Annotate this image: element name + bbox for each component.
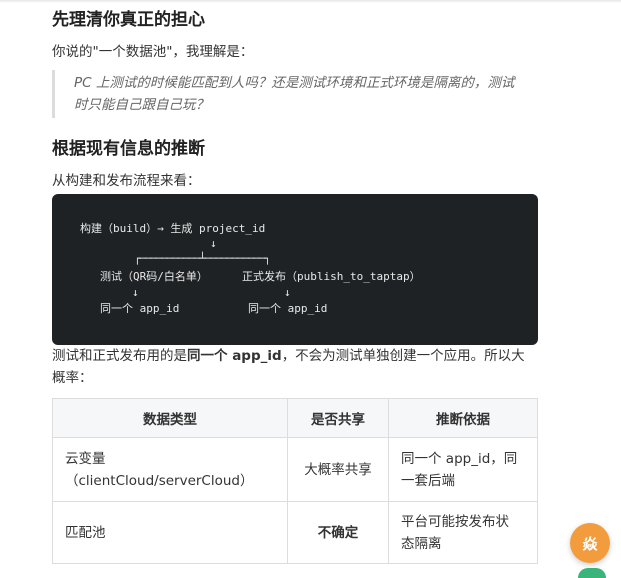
cell-basis: 平台可能按发布状 态隔离 <box>388 501 538 564</box>
cell-basis-line2: 态隔离 <box>401 535 442 552</box>
cell-basis-line2: 一套后端 <box>401 472 455 489</box>
code-arrow-down-right: ↓ <box>284 286 291 299</box>
assistant-floating-button[interactable]: 焱 <box>570 523 610 563</box>
header-shared: 是否共享 <box>287 398 389 438</box>
code-arrow-down-left: ↓ <box>132 286 139 299</box>
cell-type: 匹配池 <box>52 501 288 564</box>
code-line-build: 构建（build）→ 生成 project_id <box>80 222 266 235</box>
code-app-id-left: 同一个 app_id <box>100 302 180 315</box>
cell-basis-line1: 平台可能按发布状 <box>401 513 509 530</box>
code-app-id-right: 同一个 app_id <box>248 302 328 315</box>
fab-label: 焱 <box>582 534 598 553</box>
code-arrow-down: ↓ <box>210 237 217 250</box>
conclusion-pre: 测试和正式发布用的是 <box>52 348 187 364</box>
conclusion-line-1: 测试和正式发布用的是同一个 app_id，不会为测试单独创建一个应用。所以大 <box>52 345 525 367</box>
code-branch-line: ┌───────────┴───────────┐ <box>134 252 271 265</box>
cell-basis: 同一个 app_id，同 一套后端 <box>388 437 538 502</box>
header-data-type: 数据类型 <box>52 398 288 438</box>
table-row: 匹配池 不确定 平台可能按发布状 态隔离 <box>52 501 538 564</box>
cell-basis-line1: 同一个 app_id，同 <box>401 450 518 467</box>
cell-shared: 大概率共享 <box>287 437 389 502</box>
header-basis: 推断依据 <box>388 398 538 438</box>
section-heading-concern: 先理清你真正的担心 <box>52 10 205 30</box>
quote-line-2: 时只能自己跟自己玩？ <box>74 97 209 113</box>
secondary-floating-button[interactable] <box>578 568 606 578</box>
cell-type-line2: （clientCloud/serverCloud） <box>65 472 254 489</box>
cell-type: 云变量 （clientCloud/serverCloud） <box>52 437 288 502</box>
code-block[interactable]: 构建（build）→ 生成 project_id ↓ ┌───────────┴… <box>52 194 538 345</box>
intro-text: 你说的"一个数据池"，我理解是： <box>52 44 254 60</box>
top-shadow <box>0 0 621 3</box>
blockquote: PC 上测试的时候能匹配到人吗？还是测试环境和正式环境是隔离的，测试 时只能自己… <box>52 70 538 118</box>
flow-intro-text: 从构建和发布流程来看： <box>52 173 201 189</box>
quote-line-1: PC 上测试的时候能匹配到人吗？还是测试环境和正式环境是隔离的，测试 <box>74 75 515 91</box>
inference-table: 数据类型 是否共享 推断依据 云变量 （clientCloud/serverCl… <box>52 398 538 564</box>
conclusion-bold: 同一个 app_id <box>187 348 282 364</box>
code-release-label: 正式发布（publish_to_taptap） <box>242 270 421 283</box>
section-heading-inference: 根据现有信息的推断 <box>52 139 205 159</box>
conclusion-line-2: 概率： <box>52 370 93 386</box>
conclusion-post: ，不会为测试单独创建一个应用。所以大 <box>281 348 525 364</box>
table-row: 云变量 （clientCloud/serverCloud） 大概率共享 同一个 … <box>52 437 538 502</box>
table-header-row: 数据类型 是否共享 推断依据 <box>52 398 538 438</box>
code-test-label: 测试（QR码/白名单） <box>100 270 208 283</box>
cell-type-line1: 云变量 <box>65 450 106 467</box>
cell-shared: 不确定 <box>287 501 389 564</box>
